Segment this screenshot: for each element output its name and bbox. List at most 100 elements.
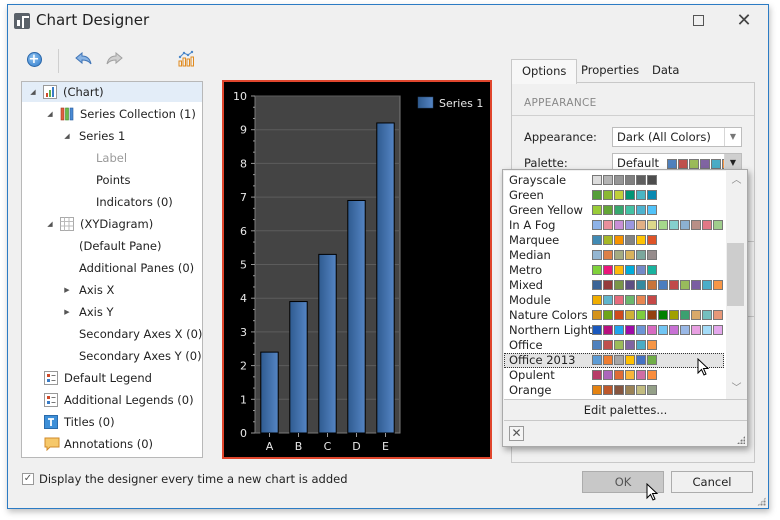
palette-option[interactable]: Office <box>504 338 724 353</box>
palette-option[interactable]: Orange <box>504 383 724 398</box>
scroll-down-icon[interactable]: ﹀ <box>726 381 747 397</box>
palette-option[interactable]: Grayscale <box>504 173 724 188</box>
palette-option[interactable]: Median <box>504 248 724 263</box>
scrollbar-thumb[interactable] <box>727 243 744 306</box>
palette-option-name: Northern Lights <box>509 323 599 337</box>
palette-list-scrollbar[interactable]: ︿ ﹀ <box>726 171 747 399</box>
tab-options[interactable]: Options <box>511 59 578 84</box>
tab-properties[interactable]: Properties <box>571 59 649 83</box>
palette-option[interactable]: Green Yellow <box>504 203 724 218</box>
mouse-cursor-icon <box>646 483 659 501</box>
palette-option[interactable]: Northern Lights <box>504 323 724 338</box>
appearance-combo[interactable]: Dark (All Colors) ▼ <box>612 127 742 147</box>
palette-option[interactable]: Office 2013 <box>504 353 724 368</box>
expanded-arrow-icon[interactable]: ◢ <box>45 214 55 234</box>
appearance-label: Appearance: <box>524 130 597 144</box>
tree-item-label: (Chart) <box>63 85 104 99</box>
color-swatch <box>713 310 723 320</box>
chevron-down-icon[interactable]: ▼ <box>724 128 741 146</box>
palette-swatches <box>592 325 723 335</box>
color-swatch <box>647 385 657 395</box>
color-swatch <box>647 355 657 365</box>
redo-icon <box>106 52 123 65</box>
collapsed-arrow-icon[interactable]: ▶ <box>62 302 72 322</box>
x-tick-label: D <box>352 440 360 453</box>
x-tick-label: E <box>382 440 389 453</box>
palette-option[interactable]: Metro <box>504 263 724 278</box>
color-swatch <box>625 265 635 275</box>
show-designer-checkbox[interactable]: ✓ <box>22 473 34 485</box>
palette-swatches <box>592 370 657 380</box>
chart-wizard-button[interactable] <box>174 47 198 71</box>
section-header-appearance: APPEARANCE <box>524 97 597 109</box>
color-swatch <box>614 385 624 395</box>
cancel-button[interactable]: Cancel <box>671 471 753 493</box>
expanded-arrow-icon[interactable]: ◢ <box>45 104 55 124</box>
add-button[interactable]: + <box>22 47 46 71</box>
tree-item-label: Additional Legends (0) <box>64 393 194 407</box>
palette-dropdown: Orange Opulent Office 2013 Office Northern L… <box>502 169 748 447</box>
title-bar: Chart Designer ✕ <box>8 5 768 37</box>
color-swatch <box>614 355 624 365</box>
palette-option-name: Office 2013 <box>509 353 576 367</box>
palette-option-name: Marquee <box>509 233 560 247</box>
color-swatch <box>636 280 646 290</box>
tree-item-label: Secondary Axes Y (0) <box>79 349 202 363</box>
tree-item-label: Label <box>96 151 128 165</box>
palette-swatches <box>592 385 657 395</box>
tree-item-label: Points <box>96 173 131 187</box>
color-swatch <box>647 310 657 320</box>
color-swatch <box>702 280 712 290</box>
palette-option[interactable]: Opulent <box>504 368 724 383</box>
tree-item[interactable]: ◢ (Chart) <box>22 82 202 102</box>
undo-button[interactable] <box>72 47 96 71</box>
y-tick-label: 6 <box>240 225 247 238</box>
palette-swatches <box>592 250 657 260</box>
palette-option[interactable]: Marquee <box>504 233 724 248</box>
color-swatch <box>669 220 679 230</box>
palette-option[interactable]: Nature Colors <box>504 308 724 323</box>
edit-palettes-button[interactable]: Edit palettes... <box>504 399 747 421</box>
palette-option[interactable]: Green <box>504 188 724 203</box>
color-swatch <box>636 220 646 230</box>
color-swatch <box>625 355 635 365</box>
color-swatch <box>691 280 701 290</box>
palette-swatches <box>592 235 657 245</box>
close-button[interactable]: ✕ <box>734 11 754 31</box>
legend-icon <box>44 371 58 385</box>
color-swatch <box>647 280 657 290</box>
dropdown-close-button[interactable]: ✕ <box>509 426 524 441</box>
resize-grip-icon[interactable] <box>737 436 745 444</box>
color-swatch <box>603 205 613 215</box>
color-swatch <box>647 295 657 305</box>
expanded-arrow-icon[interactable]: ◢ <box>62 126 72 146</box>
palette-option[interactable]: Mixed <box>504 278 724 293</box>
y-tick-label: 2 <box>240 360 247 373</box>
palette-option[interactable]: Module <box>504 293 724 308</box>
scroll-up-icon[interactable]: ︿ <box>726 173 747 189</box>
undo-icon <box>75 52 92 65</box>
palette-swatches <box>592 190 657 200</box>
color-swatch <box>688 158 699 169</box>
redo-button[interactable] <box>102 47 126 71</box>
expanded-arrow-icon[interactable]: ◢ <box>28 82 38 102</box>
color-swatch <box>625 280 635 290</box>
tab-data[interactable]: Data <box>642 59 689 83</box>
palette-option[interactable]: In A Fog <box>504 218 724 233</box>
bar <box>289 301 308 434</box>
window-resize-grip-icon[interactable] <box>757 497 766 506</box>
color-swatch <box>636 205 646 215</box>
tree-item-label: Axis X <box>79 283 115 297</box>
palette-swatches <box>592 355 657 365</box>
maximize-button[interactable] <box>688 11 708 31</box>
color-swatch <box>592 295 602 305</box>
close-icon: ✕ <box>736 10 752 31</box>
chart-wizard-icon <box>178 50 194 67</box>
color-swatch <box>614 250 624 260</box>
color-swatch <box>691 310 701 320</box>
palette-swatches <box>592 310 723 320</box>
chart-elements-tree[interactable]: ◢ (Chart) ◢ Series Collection (1) ◢ Series 1 L… <box>21 81 203 458</box>
collapsed-arrow-icon[interactable]: ▶ <box>62 280 72 300</box>
palette-option-name: Opulent <box>509 368 555 382</box>
color-swatch <box>647 190 657 200</box>
